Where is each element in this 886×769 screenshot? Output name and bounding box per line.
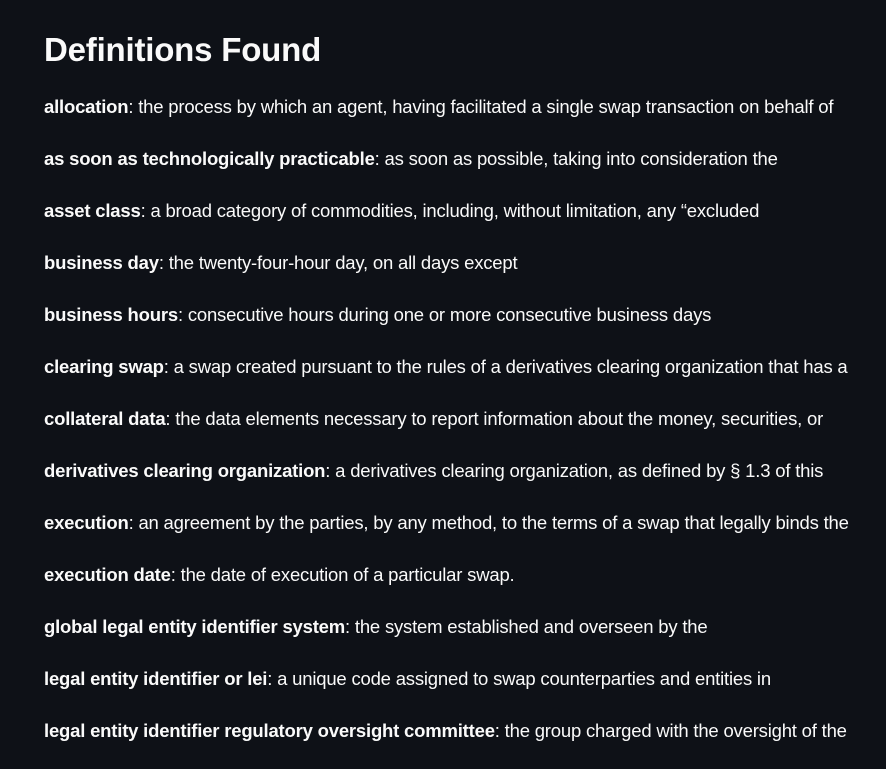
definition-item: legal entity identifier or lei: a unique…: [44, 665, 886, 717]
definition-term: business hours: [44, 304, 178, 325]
definition-item: execution: an agreement by the parties, …: [44, 509, 886, 561]
definition-item: asset class: a broad category of commodi…: [44, 197, 886, 249]
definition-text: : consecutive hours during one or more c…: [177, 304, 712, 325]
definition-item: legal entity identifier regulatory overs…: [44, 717, 886, 769]
definition-item: business day: the twenty-four-hour day, …: [44, 249, 886, 301]
definition-text: : a derivatives clearing organization, a…: [325, 460, 824, 481]
definition-text: : the process by which an agent, having …: [128, 96, 834, 117]
definition-text: : as soon as possible, taking into consi…: [374, 148, 778, 169]
definition-term: asset class: [44, 200, 141, 221]
page-title: Definitions Found: [44, 31, 322, 68]
definition-item: execution date: the date of execution of…: [44, 561, 886, 613]
definition-text: : the system established and overseen by…: [345, 616, 708, 637]
definition-term: legal entity identifier or lei: [44, 668, 268, 689]
definition-text: : the data elements necessary to report …: [165, 408, 824, 429]
definition-text: : an agreement by the parties, by any me…: [128, 512, 849, 533]
definition-term: as soon as technologically practicable: [44, 148, 375, 169]
definition-text: : a unique code assigned to swap counter…: [267, 668, 771, 689]
definition-term: legal entity identifier regulatory overs…: [44, 720, 495, 741]
definition-item: collateral data: the data elements neces…: [44, 405, 886, 457]
definition-item: derivatives clearing organization: a der…: [44, 457, 886, 509]
definition-item: global legal entity identifier system: t…: [44, 613, 886, 665]
definition-term: global legal entity identifier system: [44, 616, 346, 637]
definition-term: business day: [44, 252, 159, 273]
definition-term: derivatives clearing organization: [44, 460, 326, 481]
definition-term: execution: [44, 512, 129, 533]
definition-text: : the twenty-four-hour day, on all days …: [158, 252, 518, 273]
definitions-list: allocation: the process by which an agen…: [44, 93, 886, 769]
definition-term: clearing swap: [44, 356, 164, 377]
definition-term: execution date: [44, 564, 171, 585]
definition-term: allocation: [44, 96, 129, 117]
definition-text: : the group charged with the oversight o…: [494, 720, 847, 741]
definition-item: allocation: the process by which an agen…: [44, 93, 886, 145]
definition-item: business hours: consecutive hours during…: [44, 301, 886, 353]
definition-term: collateral data: [44, 408, 166, 429]
definition-item: as soon as technologically practicable: …: [44, 145, 886, 197]
definition-text: : a broad category of commodities, inclu…: [140, 200, 760, 221]
definition-item: clearing swap: a swap created pursuant t…: [44, 353, 886, 405]
definition-text: : the date of execution of a particular …: [170, 564, 515, 585]
definition-text: : a swap created pursuant to the rules o…: [163, 356, 848, 377]
